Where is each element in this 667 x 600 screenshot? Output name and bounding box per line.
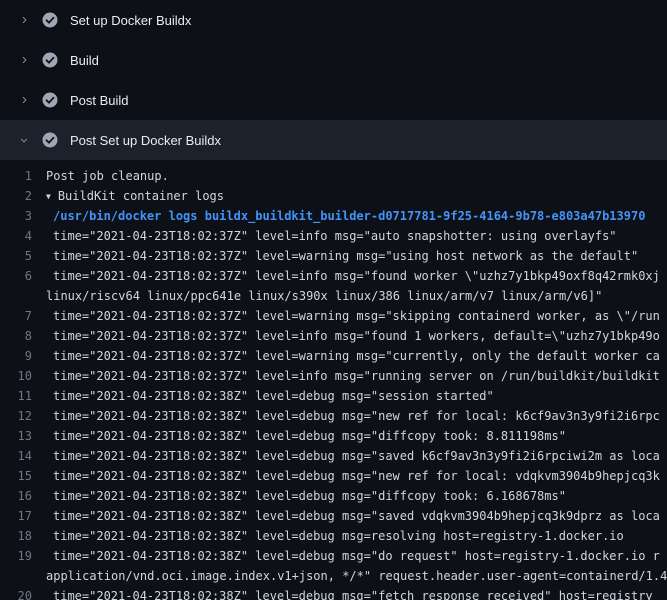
log-line: 8time="2021-04-23T18:02:37Z" level=info … <box>0 326 667 346</box>
line-number[interactable]: 3 <box>0 206 46 226</box>
log-text: time="2021-04-23T18:02:37Z" level=info m… <box>46 266 660 286</box>
line-number[interactable]: 18 <box>0 526 46 546</box>
line-number[interactable]: 8 <box>0 326 46 346</box>
log-line: 20time="2021-04-23T18:02:38Z" level=debu… <box>0 586 667 600</box>
line-number[interactable]: 16 <box>0 486 46 506</box>
log-line: 14time="2021-04-23T18:02:38Z" level=debu… <box>0 446 667 466</box>
log-text: time="2021-04-23T18:02:38Z" level=debug … <box>46 546 660 566</box>
line-number[interactable]: 5 <box>0 246 46 266</box>
log-text: application/vnd.oci.image.index.v1+json,… <box>46 566 667 586</box>
line-number[interactable]: 12 <box>0 406 46 426</box>
log-line: 1Post job cleanup. <box>0 166 667 186</box>
log-line: 10time="2021-04-23T18:02:37Z" level=info… <box>0 366 667 386</box>
log-line: 3/usr/bin/docker logs buildx_buildkit_bu… <box>0 206 667 226</box>
log-line: 6time="2021-04-23T18:02:37Z" level=info … <box>0 266 667 286</box>
chevron-down-icon[interactable] <box>16 132 32 148</box>
log-line: 16time="2021-04-23T18:02:38Z" level=debu… <box>0 486 667 506</box>
log-text: time="2021-04-23T18:02:38Z" level=debug … <box>46 466 660 486</box>
line-number-blank <box>0 566 46 586</box>
check-circle-icon <box>42 132 58 148</box>
log-text: time="2021-04-23T18:02:37Z" level=info m… <box>46 366 660 386</box>
log-text: time="2021-04-23T18:02:37Z" level=warnin… <box>46 246 638 266</box>
log-lines: 1Post job cleanup.2▼BuildKit container l… <box>0 160 667 600</box>
line-number[interactable]: 6 <box>0 266 46 286</box>
line-number[interactable]: 17 <box>0 506 46 526</box>
log-text: time="2021-04-23T18:02:38Z" level=debug … <box>46 586 653 600</box>
check-circle-icon <box>42 52 58 68</box>
log-text: time="2021-04-23T18:02:37Z" level=info m… <box>46 226 617 246</box>
group-toggle-icon[interactable]: ▼ <box>46 187 51 207</box>
step-header-post-setup-docker-buildx[interactable]: Post Set up Docker Buildx <box>0 120 667 160</box>
log-text: time="2021-04-23T18:02:38Z" level=debug … <box>46 526 624 546</box>
line-number[interactable]: 20 <box>0 586 46 600</box>
log-text: time="2021-04-23T18:02:38Z" level=debug … <box>46 426 566 446</box>
log-text: time="2021-04-23T18:02:38Z" level=debug … <box>46 486 566 506</box>
step-label: Post Build <box>70 93 129 108</box>
line-number[interactable]: 7 <box>0 306 46 326</box>
log-text: time="2021-04-23T18:02:38Z" level=debug … <box>46 506 660 526</box>
line-number[interactable]: 13 <box>0 426 46 446</box>
log-text: Post job cleanup. <box>46 166 169 186</box>
step-label: Post Set up Docker Buildx <box>70 133 221 148</box>
log-line: 5time="2021-04-23T18:02:37Z" level=warni… <box>0 246 667 266</box>
log-text: ▼BuildKit container logs <box>46 186 224 206</box>
line-number[interactable]: 15 <box>0 466 46 486</box>
line-number-blank <box>0 286 46 306</box>
log-line-continuation: application/vnd.oci.image.index.v1+json,… <box>0 566 667 586</box>
log-line: 7time="2021-04-23T18:02:37Z" level=warni… <box>0 306 667 326</box>
log-line: 18time="2021-04-23T18:02:38Z" level=debu… <box>0 526 667 546</box>
log-line: 4time="2021-04-23T18:02:37Z" level=info … <box>0 226 667 246</box>
step-header-post-build[interactable]: Post Build <box>0 80 667 120</box>
chevron-right-icon[interactable] <box>16 12 32 28</box>
log-text: time="2021-04-23T18:02:37Z" level=warnin… <box>46 306 660 326</box>
log-line: 9time="2021-04-23T18:02:37Z" level=warni… <box>0 346 667 366</box>
step-label: Build <box>70 53 99 68</box>
log-line: 13time="2021-04-23T18:02:38Z" level=debu… <box>0 426 667 446</box>
log-line: 15time="2021-04-23T18:02:38Z" level=debu… <box>0 466 667 486</box>
log-command-text: /usr/bin/docker logs buildx_buildkit_bui… <box>46 206 645 226</box>
line-number[interactable]: 1 <box>0 166 46 186</box>
line-number[interactable]: 14 <box>0 446 46 466</box>
log-line-continuation: linux/riscv64 linux/ppc641e linux/s390x … <box>0 286 667 306</box>
check-circle-icon <box>42 12 58 28</box>
line-number[interactable]: 19 <box>0 546 46 566</box>
step-header-setup-docker-buildx[interactable]: Set up Docker Buildx <box>0 0 667 40</box>
log-text: time="2021-04-23T18:02:37Z" level=warnin… <box>46 346 660 366</box>
log-line: 17time="2021-04-23T18:02:38Z" level=debu… <box>0 506 667 526</box>
log-line: 19time="2021-04-23T18:02:38Z" level=debu… <box>0 546 667 566</box>
log-text: time="2021-04-23T18:02:38Z" level=debug … <box>46 446 660 466</box>
log-line: 11time="2021-04-23T18:02:38Z" level=debu… <box>0 386 667 406</box>
log-text: time="2021-04-23T18:02:38Z" level=debug … <box>46 386 494 406</box>
log-text: linux/riscv64 linux/ppc641e linux/s390x … <box>46 286 602 306</box>
actions-log-viewer: Set up Docker Buildx Build Post Build Po… <box>0 0 667 600</box>
line-number[interactable]: 9 <box>0 346 46 366</box>
log-text: time="2021-04-23T18:02:37Z" level=info m… <box>46 326 660 346</box>
line-number[interactable]: 10 <box>0 366 46 386</box>
step-label: Set up Docker Buildx <box>70 13 191 28</box>
line-number[interactable]: 11 <box>0 386 46 406</box>
line-number[interactable]: 4 <box>0 226 46 246</box>
log-line: 12time="2021-04-23T18:02:38Z" level=debu… <box>0 406 667 426</box>
chevron-right-icon[interactable] <box>16 92 32 108</box>
chevron-right-icon[interactable] <box>16 52 32 68</box>
log-line: 2▼BuildKit container logs <box>0 186 667 206</box>
step-header-build[interactable]: Build <box>0 40 667 80</box>
check-circle-icon <box>42 92 58 108</box>
line-number[interactable]: 2 <box>0 186 46 206</box>
log-text: time="2021-04-23T18:02:38Z" level=debug … <box>46 406 660 426</box>
